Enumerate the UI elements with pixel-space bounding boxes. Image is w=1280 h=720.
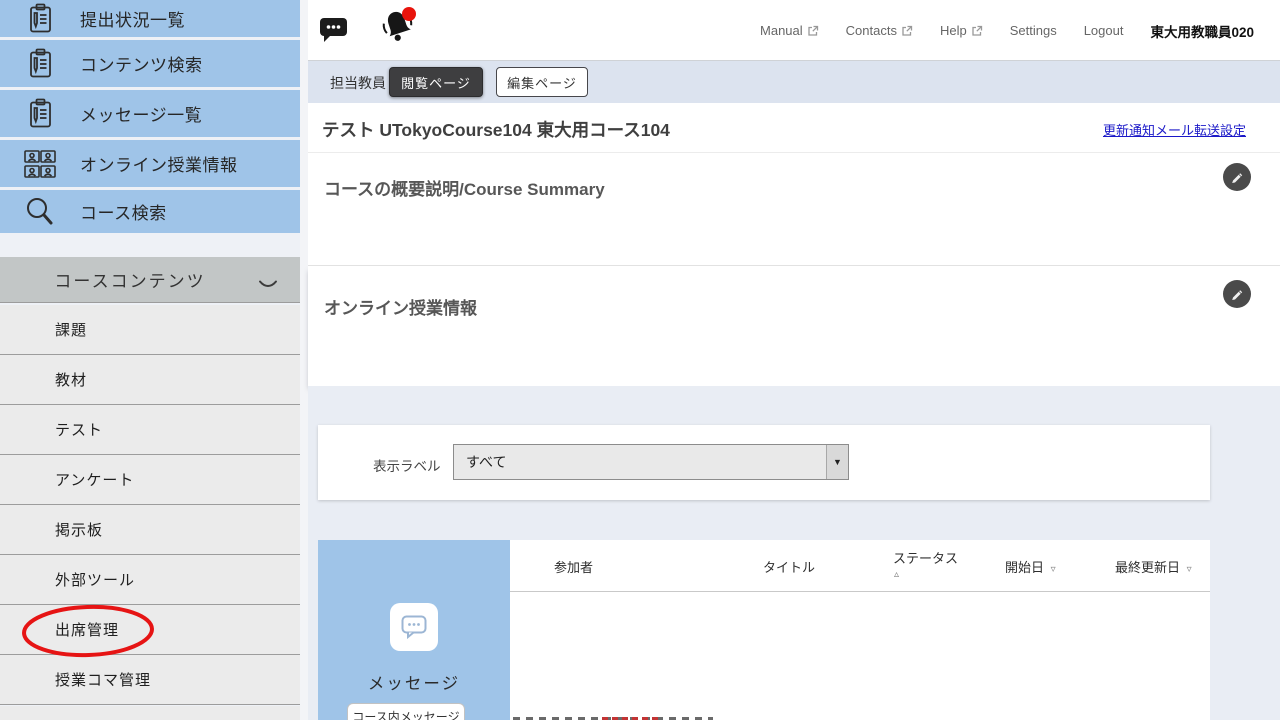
- display-label-panel: 表示ラベル すべて ▼: [318, 425, 1210, 500]
- mail-forward-settings-link[interactable]: 更新通知メール転送設定: [1103, 120, 1246, 139]
- page: 提出状況一覧 コンテンツ検索 メッセージ一覧: [0, 0, 1280, 720]
- clipboard-icon: [22, 46, 58, 82]
- tab-edit-page[interactable]: 編集ページ: [496, 67, 588, 97]
- speech-bubble-icon: [401, 615, 427, 639]
- link-label: Settings: [1010, 23, 1057, 38]
- header-links: Manual Contacts Help: [760, 0, 1254, 61]
- course-message-button[interactable]: コース内メッセージ: [347, 703, 465, 720]
- sidebar-item-label: 提出状況一覧: [80, 6, 185, 31]
- top-header: Manual Contacts Help: [308, 0, 1280, 61]
- contacts-link[interactable]: Contacts: [846, 23, 913, 38]
- sidebar-item-label: 課題: [0, 319, 87, 340]
- search-icon: [22, 194, 58, 230]
- sidebar-item-assignments[interactable]: 課題: [0, 305, 300, 355]
- course-summary-section: コースの概要説明/Course Summary: [308, 153, 1280, 266]
- sort-desc-icon: ▿: [1187, 564, 1192, 575]
- message-table-header: 参加者 タイトル ステータス ▵ 開始日 ▿ 最終更新日 ▿: [510, 540, 1210, 592]
- sidebar-partial-row: [0, 706, 300, 720]
- course-title-row: テスト UTokyoCourse104 東大用コース104 更新通知メール転送設…: [308, 103, 1280, 153]
- col-status-sortable[interactable]: ステータス ▵: [893, 548, 958, 580]
- col-label: ステータス: [893, 551, 958, 566]
- logout-link[interactable]: Logout: [1084, 23, 1124, 38]
- message-table: 参加者 タイトル ステータス ▵ 開始日 ▿ 最終更新日 ▿: [510, 540, 1210, 720]
- section-heading: オンライン授業情報: [324, 294, 477, 319]
- sort-asc-icon: ▵: [894, 569, 958, 580]
- clipboard-icon: [22, 96, 58, 132]
- manual-link[interactable]: Manual: [760, 23, 819, 38]
- sidebar-item-label: コース検索: [80, 199, 167, 224]
- section-header-label: コースコンテンツ: [0, 267, 260, 292]
- sidebar-item-content-search[interactable]: コンテンツ検索: [0, 40, 300, 87]
- help-link[interactable]: Help: [940, 23, 983, 38]
- sidebar-section-course-contents[interactable]: コースコンテンツ: [0, 257, 300, 303]
- sidebar-item-label: 教材: [0, 369, 87, 390]
- col-start-date-sortable[interactable]: 開始日 ▿: [1005, 557, 1056, 576]
- col-title: タイトル: [763, 557, 815, 576]
- external-link-icon: [971, 25, 983, 37]
- display-label-select[interactable]: すべて ▼: [453, 444, 849, 480]
- link-label: Manual: [760, 23, 803, 38]
- sidebar-item-external-tools[interactable]: 外部ツール: [0, 555, 300, 605]
- sidebar-item-label: 出席管理: [0, 619, 119, 640]
- edit-summary-button[interactable]: [1223, 163, 1251, 191]
- sidebar-item-submission-status[interactable]: 提出状況一覧: [0, 0, 300, 37]
- external-link-icon: [807, 25, 819, 37]
- sidebar-item-online-class-info[interactable]: オンライン授業情報: [0, 140, 300, 187]
- col-participants: 参加者: [554, 557, 593, 576]
- sidebar-item-surveys[interactable]: アンケート: [0, 455, 300, 505]
- sidebar-item-label: 授業コマ管理: [0, 669, 151, 690]
- display-label-caption: 表示ラベル: [373, 455, 441, 475]
- dropdown-arrow-icon: ▼: [826, 445, 848, 479]
- sidebar-item-tests[interactable]: テスト: [0, 405, 300, 455]
- sidebar: 提出状況一覧 コンテンツ検索 メッセージ一覧: [0, 0, 300, 720]
- sidebar-item-attendance[interactable]: 出席管理: [0, 605, 300, 655]
- sidebar-item-bulletin-board[interactable]: 掲示板: [0, 505, 300, 555]
- sidebar-item-message-list[interactable]: メッセージ一覧: [0, 90, 300, 137]
- sort-desc-icon: ▿: [1051, 564, 1056, 575]
- link-label: Contacts: [846, 23, 897, 38]
- external-link-icon: [901, 25, 913, 37]
- section-heading: コースの概要説明/Course Summary: [324, 175, 605, 200]
- select-value: すべて: [466, 445, 506, 479]
- edit-online-class-button[interactable]: [1223, 280, 1251, 308]
- link-label: Help: [940, 23, 967, 38]
- sidebar-item-label: アンケート: [0, 469, 134, 490]
- col-label: 最終更新日: [1115, 560, 1180, 575]
- role-label: 担当教員: [330, 73, 386, 93]
- settings-link[interactable]: Settings: [1010, 23, 1057, 38]
- sidebar-item-label: 外部ツール: [0, 569, 135, 590]
- tab-view-page[interactable]: 閲覧ページ: [389, 67, 483, 97]
- messages-icon[interactable]: [318, 16, 350, 44]
- course-title: テスト UTokyoCourse104 東大用コース104: [322, 117, 670, 142]
- people-grid-icon: [22, 146, 58, 182]
- clipboard-icon: [22, 1, 58, 37]
- chevron-down-icon: [258, 276, 278, 294]
- lower-region: 表示ラベル すべて ▼ メッセージ コース内メッセージ: [308, 386, 1280, 720]
- tab-bar: 担当教員 閲覧ページ 編集ページ: [308, 61, 1280, 103]
- online-class-info-section: オンライン授業情報: [308, 266, 1280, 386]
- pencil-icon: [1230, 287, 1244, 301]
- pencil-icon: [1230, 170, 1244, 184]
- sidebar-item-class-slot[interactable]: 授業コマ管理: [0, 655, 300, 705]
- sidebar-item-course-search[interactable]: コース検索: [0, 190, 300, 233]
- sidebar-item-label: オンライン授業情報: [80, 151, 238, 176]
- link-label: Logout: [1084, 23, 1124, 38]
- sidebar-item-label: メッセージ一覧: [80, 101, 202, 126]
- message-panel-title: メッセージ: [318, 670, 510, 694]
- sidebar-item-label: コンテンツ検索: [80, 51, 203, 76]
- sidebar-item-materials[interactable]: 教材: [0, 355, 300, 405]
- main-area: Manual Contacts Help: [300, 0, 1280, 720]
- col-last-updated-sortable[interactable]: 最終更新日 ▿: [1115, 557, 1192, 576]
- sidebar-item-label: テスト: [0, 419, 103, 440]
- sidebar-item-label: 掲示板: [0, 519, 103, 540]
- message-bubble-tile: [390, 603, 438, 651]
- notification-bell-icon[interactable]: [378, 6, 418, 46]
- col-label: 開始日: [1005, 560, 1044, 575]
- notification-dot: [402, 7, 416, 21]
- username: 東大用教職員020: [1150, 21, 1254, 41]
- message-category-panel[interactable]: メッセージ コース内メッセージ: [318, 540, 510, 720]
